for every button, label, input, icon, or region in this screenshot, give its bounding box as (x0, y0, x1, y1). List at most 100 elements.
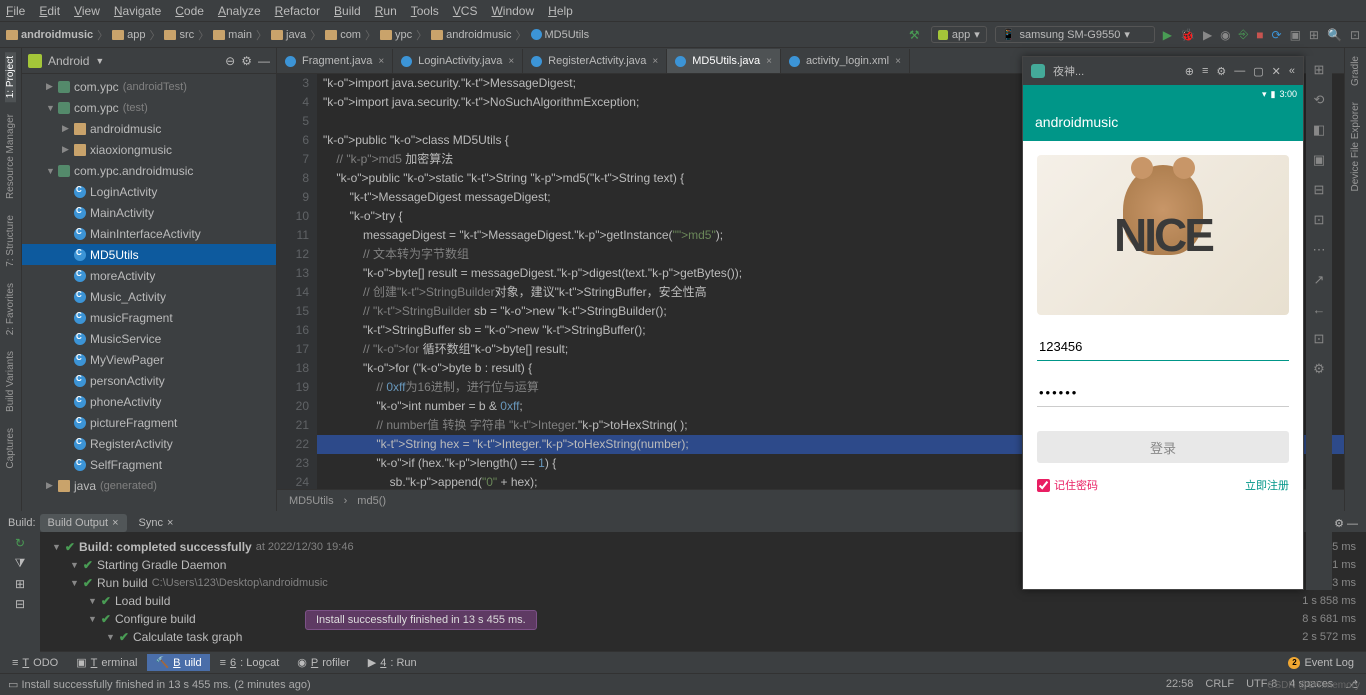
code-editor[interactable]: 3456789101112131415161718192021222324 "k… (277, 74, 1344, 489)
crumb-main[interactable]: main (213, 29, 252, 41)
menu-view[interactable]: View (74, 4, 100, 18)
collapse-icon[interactable]: ⊖ (225, 54, 235, 68)
sync-icon[interactable]: ⟳ (1272, 28, 1282, 42)
bottom-tab-Build[interactable]: 🔨 Build (147, 654, 209, 671)
tree-item-MD5Utils[interactable]: MD5Utils (22, 244, 276, 265)
tree-item-MainActivity[interactable]: MainActivity (22, 202, 276, 223)
bottom-tab-6: Logcat[interactable]: ≡ 6: Logcat (212, 655, 288, 671)
left-tab-4[interactable]: Build Variants (5, 347, 16, 416)
tree-item-RegisterActivity[interactable]: RegisterActivity (22, 433, 276, 454)
crumb-app[interactable]: app (112, 29, 145, 41)
menu-refactor[interactable]: Refactor (275, 4, 320, 18)
tree-item-musicFragment[interactable]: musicFragment (22, 307, 276, 328)
build-row[interactable]: ▼ ✔ Configure build (52, 610, 1354, 628)
tree-item-phoneActivity[interactable]: phoneActivity (22, 391, 276, 412)
project-tree[interactable]: ▶com.ypc (androidTest)▼com.ypc (test)▶an… (22, 74, 276, 511)
status-22:58[interactable]: 22:58 (1166, 678, 1194, 691)
close-tab-icon[interactable]: × (378, 56, 384, 67)
avd-icon[interactable]: ▣ (1290, 28, 1301, 42)
tab-MD5Utils.java[interactable]: MD5Utils.java× (667, 49, 781, 73)
menu-analyze[interactable]: Analyze (218, 4, 261, 18)
crumb-java[interactable]: java (271, 29, 306, 41)
panel-settings-icon[interactable]: ⚙ — (1334, 517, 1358, 530)
tree-item-MainInterfaceActivity[interactable]: MainInterfaceActivity (22, 223, 276, 244)
crumb-androidmusic[interactable]: androidmusic (431, 29, 511, 41)
close-tab-icon[interactable]: × (766, 56, 772, 67)
filter-icon[interactable]: ⧩ (15, 556, 26, 571)
tree-item-xiaoxiongmusic[interactable]: ▶xiaoxiongmusic (22, 139, 276, 160)
tree-item-moreActivity[interactable]: moreActivity (22, 265, 276, 286)
build-row[interactable]: ▼ ✔ Load build (52, 592, 1354, 610)
tree-item-com.ypc.androidmusic[interactable]: ▼com.ypc.androidmusic (22, 160, 276, 181)
build-row[interactable]: ▼ ✔ Calculate task graph (52, 628, 1354, 646)
run-config-selector[interactable]: app▾ (931, 26, 987, 43)
crumb-MD5Utils[interactable]: MD5Utils (531, 29, 590, 41)
bottom-tab-4: Run[interactable]: ▶ 4: Run (360, 654, 425, 671)
settings-icon[interactable]: ⚙ (241, 54, 252, 68)
build-output-tab[interactable]: Build Output × (40, 514, 127, 532)
menu-window[interactable]: Window (491, 4, 534, 18)
tree-item-personActivity[interactable]: personActivity (22, 370, 276, 391)
tree-item-MyViewPager[interactable]: MyViewPager (22, 349, 276, 370)
bottom-tab-Profiler[interactable]: ◉ Profiler (289, 654, 357, 671)
right-tab-0[interactable]: Gradle (1350, 52, 1361, 90)
event-log-button[interactable]: 2 Event Log (1280, 657, 1362, 669)
menu-tools[interactable]: Tools (411, 4, 439, 18)
stop-icon[interactable]: ■ (1256, 28, 1263, 42)
run-icon[interactable]: ▶ (1163, 28, 1172, 42)
menu-help[interactable]: Help (548, 4, 573, 18)
tab-activity_login.xml[interactable]: activity_login.xml× (781, 49, 910, 73)
tree-item-Music_Activity[interactable]: Music_Activity (22, 286, 276, 307)
tab-RegisterActivity.java[interactable]: RegisterActivity.java× (523, 49, 667, 73)
hammer-icon[interactable]: ⚒ (909, 28, 923, 42)
hide-icon[interactable]: — (258, 54, 270, 68)
collapse-icon[interactable]: ⊟ (15, 597, 25, 611)
tree-item-java[interactable]: ▶java (generated) (22, 475, 276, 496)
tab-Fragment.java[interactable]: Fragment.java× (277, 49, 393, 73)
close-tab-icon[interactable]: × (895, 56, 901, 67)
close-tab-icon[interactable]: × (508, 56, 514, 67)
debug-icon[interactable]: 🐞 (1180, 28, 1195, 42)
menu-vcs[interactable]: VCS (453, 4, 478, 18)
crumb-androidmusic[interactable]: androidmusic (6, 29, 93, 41)
sdk-icon[interactable]: ⊞ (1309, 28, 1319, 42)
tree-item-LoginActivity[interactable]: LoginActivity (22, 181, 276, 202)
status-CRLF[interactable]: CRLF (1205, 678, 1234, 691)
left-tab-0[interactable]: 1: Project (5, 52, 16, 102)
menu-build[interactable]: Build (334, 4, 361, 18)
sync-tab[interactable]: Sync × (131, 514, 182, 532)
attach-icon[interactable]: ⎆ (1239, 27, 1249, 42)
tree-item-com.ypc[interactable]: ▶com.ypc (androidTest) (22, 76, 276, 97)
tree-item-pictureFragment[interactable]: pictureFragment (22, 412, 276, 433)
profile-icon[interactable]: ◉ (1220, 28, 1230, 42)
bottom-tab-TODO[interactable]: ≡ TODO (4, 655, 66, 671)
status-icon[interactable]: ▭ (8, 678, 18, 691)
menu-edit[interactable]: Edit (39, 4, 60, 18)
right-tab-1[interactable]: Device File Explorer (1350, 98, 1361, 195)
device-selector[interactable]: 📱 samsung SM-G9550▾ (995, 26, 1155, 43)
left-tab-3[interactable]: 2: Favorites (5, 279, 16, 339)
crumb-com[interactable]: com (325, 29, 361, 41)
coverage-icon[interactable]: ▶ (1203, 28, 1212, 42)
left-tab-1[interactable]: Resource Manager (5, 110, 16, 203)
code-body[interactable]: "k-o">import java.security."k-t">Message… (317, 74, 1344, 489)
tree-mode[interactable]: Android (48, 54, 89, 68)
settings-icon[interactable]: ⊡ (1350, 28, 1360, 42)
tree-item-com.ypc[interactable]: ▼com.ypc (test) (22, 97, 276, 118)
expand-icon[interactable]: ⊞ (15, 577, 25, 591)
left-tab-2[interactable]: 7: Structure (5, 211, 16, 271)
menu-code[interactable]: Code (175, 4, 204, 18)
search-icon[interactable]: 🔍 (1327, 28, 1342, 42)
tree-item-androidmusic[interactable]: ▶androidmusic (22, 118, 276, 139)
tab-LoginActivity.java[interactable]: LoginActivity.java× (393, 49, 523, 73)
menu-navigate[interactable]: Navigate (114, 4, 161, 18)
menu-run[interactable]: Run (375, 4, 397, 18)
bottom-tab-Terminal[interactable]: ▣ Terminal (68, 654, 145, 671)
menu-file[interactable]: File (6, 4, 25, 18)
close-tab-icon[interactable]: × (652, 56, 658, 67)
left-tab-5[interactable]: Captures (5, 424, 16, 473)
tree-item-MusicService[interactable]: MusicService (22, 328, 276, 349)
tree-item-SelfFragment[interactable]: SelfFragment (22, 454, 276, 475)
crumb-src[interactable]: src (164, 29, 194, 41)
rerun-icon[interactable]: ↻ (15, 536, 25, 550)
